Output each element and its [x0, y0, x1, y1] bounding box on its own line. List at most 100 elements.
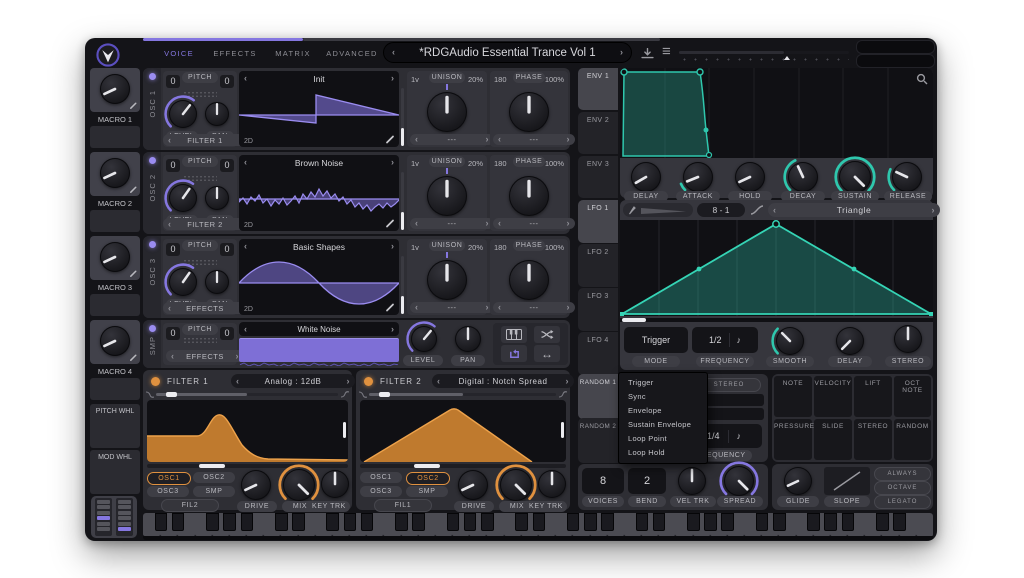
- filter-2-input-osc2[interactable]: OSC2: [406, 472, 450, 485]
- tab-env-1[interactable]: ENV 1: [578, 68, 618, 110]
- piano-key-black[interactable]: [773, 513, 786, 531]
- filter-1-input-osc3[interactable]: OSC3: [147, 486, 189, 497]
- tab-random-2[interactable]: RANDOM 2: [578, 418, 618, 463]
- unison-voices-value[interactable]: 1v: [411, 159, 419, 168]
- piano-key-white[interactable]: [916, 513, 933, 536]
- osc-3-pan-knob[interactable]: [205, 270, 229, 294]
- tab-lfo-2[interactable]: LFO 2: [578, 244, 618, 287]
- piano-key-black[interactable]: [481, 513, 494, 531]
- wavetable-2d-label[interactable]: 2D: [244, 138, 253, 145]
- chevron-right-icon[interactable]: ›: [566, 377, 570, 386]
- lfo-grid-selector[interactable]: 8 - 1: [697, 203, 745, 217]
- piano-key-black[interactable]: [275, 513, 288, 531]
- osc-2-wavetable-display[interactable]: ‹ Brown Noise › 2D: [239, 155, 399, 231]
- bounce-icon[interactable]: ↔: [534, 345, 560, 362]
- osc-1-unison-mode[interactable]: ‹ --- ›: [410, 134, 494, 145]
- pencil-icon[interactable]: [129, 185, 138, 194]
- phase-value[interactable]: 180: [494, 75, 507, 84]
- filter-2-gain-slider[interactable]: [561, 422, 564, 438]
- piano-key-black[interactable]: [326, 513, 339, 531]
- preset-browser[interactable]: ‹ *RDGAudio Essential Trance Vol 1 ›: [383, 42, 632, 63]
- wavetable-2d-label[interactable]: 2D: [244, 222, 253, 229]
- mod-source-velocity[interactable]: VELOCITY: [814, 376, 852, 417]
- filter-1-response-display[interactable]: [147, 400, 348, 462]
- menu-item-sustain-envelope[interactable]: Sustain Envelope: [619, 418, 707, 432]
- glide-knob[interactable]: [784, 467, 812, 495]
- piano-key-black[interactable]: [344, 513, 357, 531]
- pencil-icon[interactable]: [129, 353, 138, 362]
- macro-4-slot[interactable]: [90, 378, 140, 400]
- macro-2-knob[interactable]: [100, 158, 130, 188]
- macro-4-knob[interactable]: [100, 326, 130, 356]
- chevron-right-icon[interactable]: ›: [486, 219, 490, 228]
- filter-1-input-osc2[interactable]: OSC2: [193, 472, 235, 483]
- piano-key-black[interactable]: [584, 513, 597, 531]
- menu-item-sync[interactable]: Sync: [619, 390, 707, 404]
- unison-voices-value[interactable]: 1v: [411, 243, 419, 252]
- app-logo[interactable]: [95, 42, 121, 68]
- piano-key-black[interactable]: [636, 513, 649, 531]
- osc-3-wavetable-display[interactable]: ‹ Basic Shapes › 2D: [239, 239, 399, 315]
- piano-key-black[interactable]: [807, 513, 820, 531]
- chevron-right-icon[interactable]: ›: [932, 206, 936, 215]
- piano-key-black[interactable]: [172, 513, 185, 531]
- osc-2-unison-mode[interactable]: ‹ --- ›: [410, 218, 494, 229]
- pencil-icon[interactable]: [385, 134, 395, 144]
- chevron-right-icon[interactable]: ›: [391, 158, 394, 167]
- mod-source-oct-note[interactable]: OCT NOTE: [894, 376, 931, 417]
- piano-key-black[interactable]: [464, 513, 477, 531]
- osc-2-enable[interactable]: [149, 157, 156, 164]
- volume-slider[interactable]: [679, 51, 849, 61]
- osc-1-phase-knob[interactable]: [509, 92, 549, 132]
- osc-2-routing-selector[interactable]: ‹ FILTER 2 ›: [163, 218, 247, 230]
- piano-key-black[interactable]: [842, 513, 855, 531]
- piano-key-black[interactable]: [876, 513, 889, 531]
- wavetable-frame-track[interactable]: [401, 88, 404, 146]
- lfo-smooth-knob[interactable]: [776, 327, 804, 355]
- tab-lfo-1[interactable]: LFO 1: [578, 200, 618, 243]
- zoom-icon[interactable]: [916, 73, 928, 85]
- filter-1-link-fil2[interactable]: FIL2: [161, 499, 219, 512]
- unison-voices-value[interactable]: 1v: [411, 75, 419, 84]
- loop-icon[interactable]: [501, 345, 527, 362]
- filter-1-input-osc1[interactable]: OSC1: [147, 472, 191, 485]
- pencil-icon[interactable]: [385, 302, 395, 312]
- piano-key-black[interactable]: [447, 513, 460, 531]
- piano-key-black[interactable]: [687, 513, 700, 531]
- filter-1-input-smp[interactable]: SMP: [193, 486, 235, 497]
- macro-3-knob[interactable]: [100, 242, 130, 272]
- macro-1-knob[interactable]: [100, 74, 130, 104]
- wavetable-frame-track[interactable]: [401, 172, 404, 230]
- wavetable-2d-label[interactable]: 2D: [244, 306, 253, 313]
- osc-1-unison-knob[interactable]: [427, 92, 467, 132]
- piano-key-black[interactable]: [893, 513, 906, 531]
- osc-1-enable[interactable]: [149, 73, 156, 80]
- bend-value[interactable]: 2: [628, 468, 666, 494]
- phase-value[interactable]: 180: [494, 243, 507, 252]
- unison-detune-value[interactable]: 20%: [468, 159, 483, 168]
- piano-key-black[interactable]: [223, 513, 236, 531]
- tab-voice[interactable]: VOICE: [155, 49, 203, 58]
- env-hold-knob[interactable]: [735, 162, 765, 192]
- spread-knob[interactable]: [724, 466, 754, 496]
- phase-rand-value[interactable]: 100%: [545, 243, 564, 252]
- env-attack-knob[interactable]: [683, 162, 713, 192]
- tab-advanced[interactable]: ADVANCED: [321, 49, 383, 58]
- env-delay-knob[interactable]: [631, 162, 661, 192]
- menu-item-loop-point[interactable]: Loop Point: [619, 432, 707, 446]
- menu-item-loop-hold[interactable]: Loop Hold: [619, 446, 707, 460]
- osc-3-phase-mode[interactable]: ‹ --- ›: [493, 302, 575, 313]
- pencil-icon[interactable]: [129, 269, 138, 278]
- osc-2-unison-knob[interactable]: [427, 176, 467, 216]
- lfo-stereo-knob[interactable]: [894, 325, 922, 353]
- piano-key-black[interactable]: [515, 513, 528, 531]
- osc-3-enable[interactable]: [149, 241, 156, 248]
- osc-1-phase-mode[interactable]: ‹ --- ›: [493, 134, 575, 145]
- vel-trk-knob[interactable]: [678, 467, 706, 495]
- pitch-fine-value[interactable]: 0: [220, 159, 234, 172]
- piano-key-black[interactable]: [292, 513, 305, 531]
- env-release-knob[interactable]: [892, 162, 922, 192]
- piano-key-black[interactable]: [155, 513, 168, 531]
- chevron-right-icon[interactable]: ›: [347, 377, 351, 386]
- env-sustain-knob[interactable]: [839, 161, 871, 193]
